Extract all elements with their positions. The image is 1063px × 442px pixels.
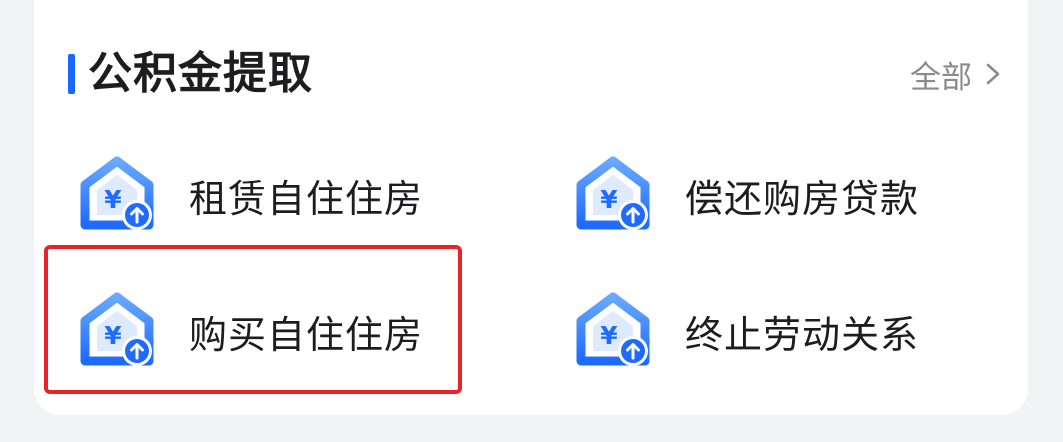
item-terminate-employment[interactable]: 终止劳动关系 [573, 288, 919, 374]
item-purchase-housing[interactable]: 购买自住住房 [77, 288, 423, 374]
house-yuan-upload-icon [573, 155, 653, 235]
section-header: 公积金提取 全部 [34, 44, 1028, 104]
house-yuan-upload-icon [573, 291, 653, 371]
view-all-button[interactable]: 全部 [910, 44, 1002, 104]
item-rent-housing[interactable]: 租赁自住住房 [77, 152, 423, 238]
title-accent-bar [68, 54, 75, 94]
item-repay-mortgage[interactable]: 偿还购房贷款 [573, 152, 919, 238]
chevron-right-icon [986, 63, 1000, 85]
withdrawal-card: 公积金提取 全部 租赁自住住房 偿还购房贷款 购买自住住房 终止劳动关系 [34, 0, 1028, 415]
view-all-label: 全部 [910, 59, 972, 96]
house-yuan-upload-icon [77, 291, 157, 371]
item-label: 购买自住住房 [189, 312, 424, 357]
section-title: 公积金提取 [88, 48, 313, 99]
item-label: 终止劳动关系 [685, 312, 920, 357]
item-label: 偿还购房贷款 [685, 176, 920, 221]
item-label: 租赁自住住房 [189, 176, 424, 221]
house-yuan-upload-icon [77, 155, 157, 235]
